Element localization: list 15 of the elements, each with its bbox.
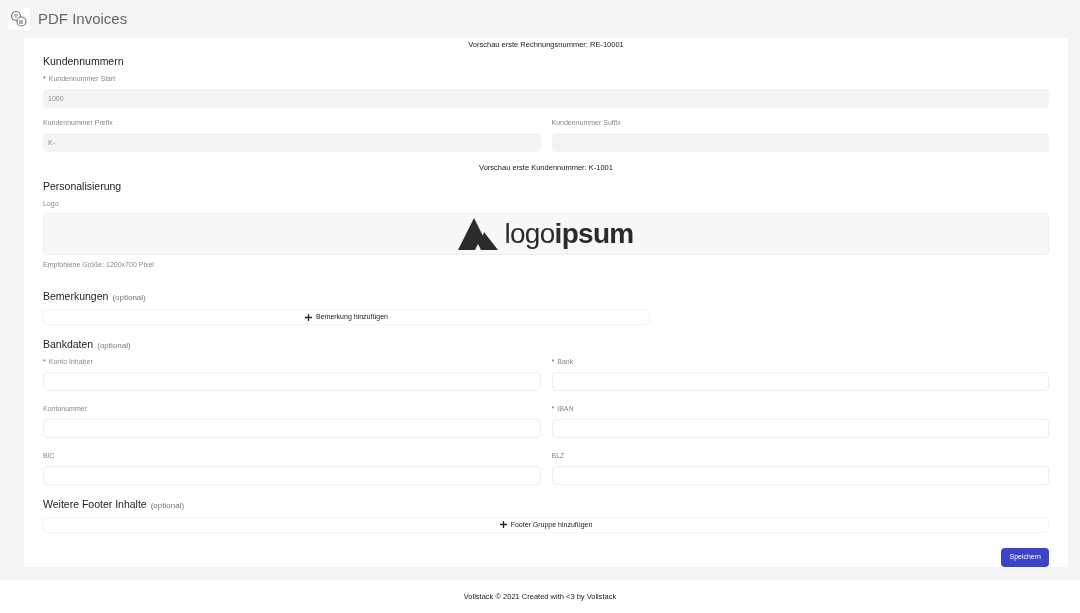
optional-label: (optional): [150, 500, 185, 512]
section-heading: Personalisierung: [43, 179, 122, 195]
optional-label: (optional): [112, 292, 146, 305]
plus-icon: [305, 313, 312, 321]
app-icon: [8, 8, 30, 30]
logo-mark-icon: [458, 217, 499, 250]
logo-wordmark: logoipsum: [504, 219, 634, 248]
section-heading: Weitere Footer Inhalte: [43, 497, 147, 512]
plus-icon: [499, 521, 507, 529]
section-heading: Bemerkungen: [43, 289, 109, 305]
section-heading: Kundennummern: [43, 54, 124, 70]
optional-label: (optional): [97, 340, 131, 353]
section-heading: Bankdaten: [43, 337, 94, 353]
app-title: PDF Invoices: [38, 8, 128, 29]
logo-upload-area[interactable]: logoipsum: [43, 212, 1049, 255]
